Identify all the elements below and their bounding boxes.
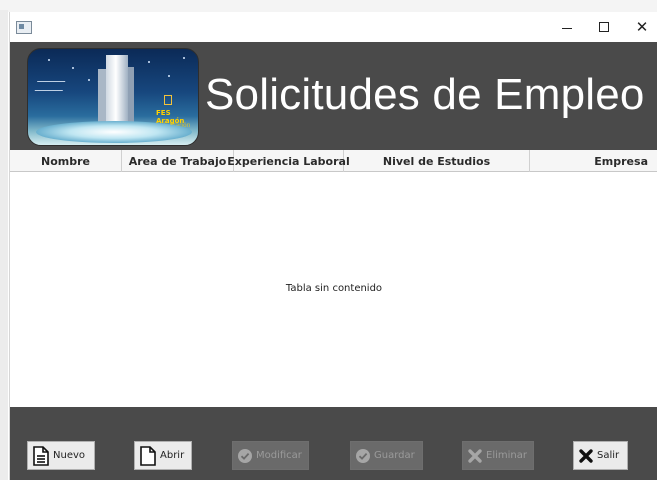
background-window-edge [0, 10, 8, 480]
guardar-button[interactable]: Guardar [350, 441, 423, 470]
column-header-empresa[interactable]: Empresa [530, 150, 657, 172]
nuevo-label: Nuevo [53, 450, 86, 461]
maximize-icon [599, 22, 609, 32]
guardar-label: Guardar [374, 450, 415, 461]
application-window: ✕ FES Aragón FES Aragón Solicitudes de E… [9, 12, 657, 480]
background-window-strip [0, 0, 657, 12]
empty-table-message: Tabla sin contenido [285, 283, 383, 294]
maximize-button[interactable] [584, 12, 624, 42]
column-header-nombre[interactable]: Nombre [10, 150, 122, 172]
minimize-button[interactable] [547, 12, 587, 42]
button-toolbar: Nuevo Abrir Modificar Guardar Eliminar S… [10, 407, 657, 480]
table-header-row: Nombre Area de Trabajo Experiencia Labor… [10, 150, 657, 172]
eliminar-button[interactable]: Eliminar [462, 441, 534, 470]
title-bar: ✕ [10, 12, 657, 42]
abrir-label: Abrir [160, 450, 185, 461]
table-body[interactable]: Tabla sin contenido [10, 172, 657, 407]
minimize-icon [562, 27, 572, 29]
abrir-button[interactable]: Abrir [134, 441, 192, 470]
page-title: Solicitudes de Empleo [205, 70, 645, 119]
cross-icon [579, 448, 593, 463]
check-circle-icon [238, 448, 252, 463]
app-header: FES Aragón FES Aragón Solicitudes de Emp… [10, 42, 657, 150]
cross-icon [468, 448, 482, 463]
nuevo-button[interactable]: Nuevo [27, 441, 95, 470]
check-circle-icon [356, 448, 370, 463]
app-icon [16, 21, 32, 34]
close-button[interactable]: ✕ [622, 12, 657, 42]
modificar-button[interactable]: Modificar [232, 441, 309, 470]
file-icon [140, 445, 156, 466]
salir-button[interactable]: Salir [573, 441, 628, 470]
salir-label: Salir [597, 450, 620, 461]
eliminar-label: Eliminar [486, 450, 527, 461]
document-icon [33, 445, 49, 466]
fes-aragon-logo: FES Aragón FES Aragón [27, 48, 199, 146]
modificar-label: Modificar [256, 450, 302, 461]
close-icon: ✕ [635, 18, 649, 36]
column-header-area-de-trabajo[interactable]: Area de Trabajo [122, 150, 234, 172]
column-header-nivel-de-estudios[interactable]: Nivel de Estudios [344, 150, 530, 172]
column-header-experiencia-laboral[interactable]: Experiencia Laboral [227, 150, 350, 172]
